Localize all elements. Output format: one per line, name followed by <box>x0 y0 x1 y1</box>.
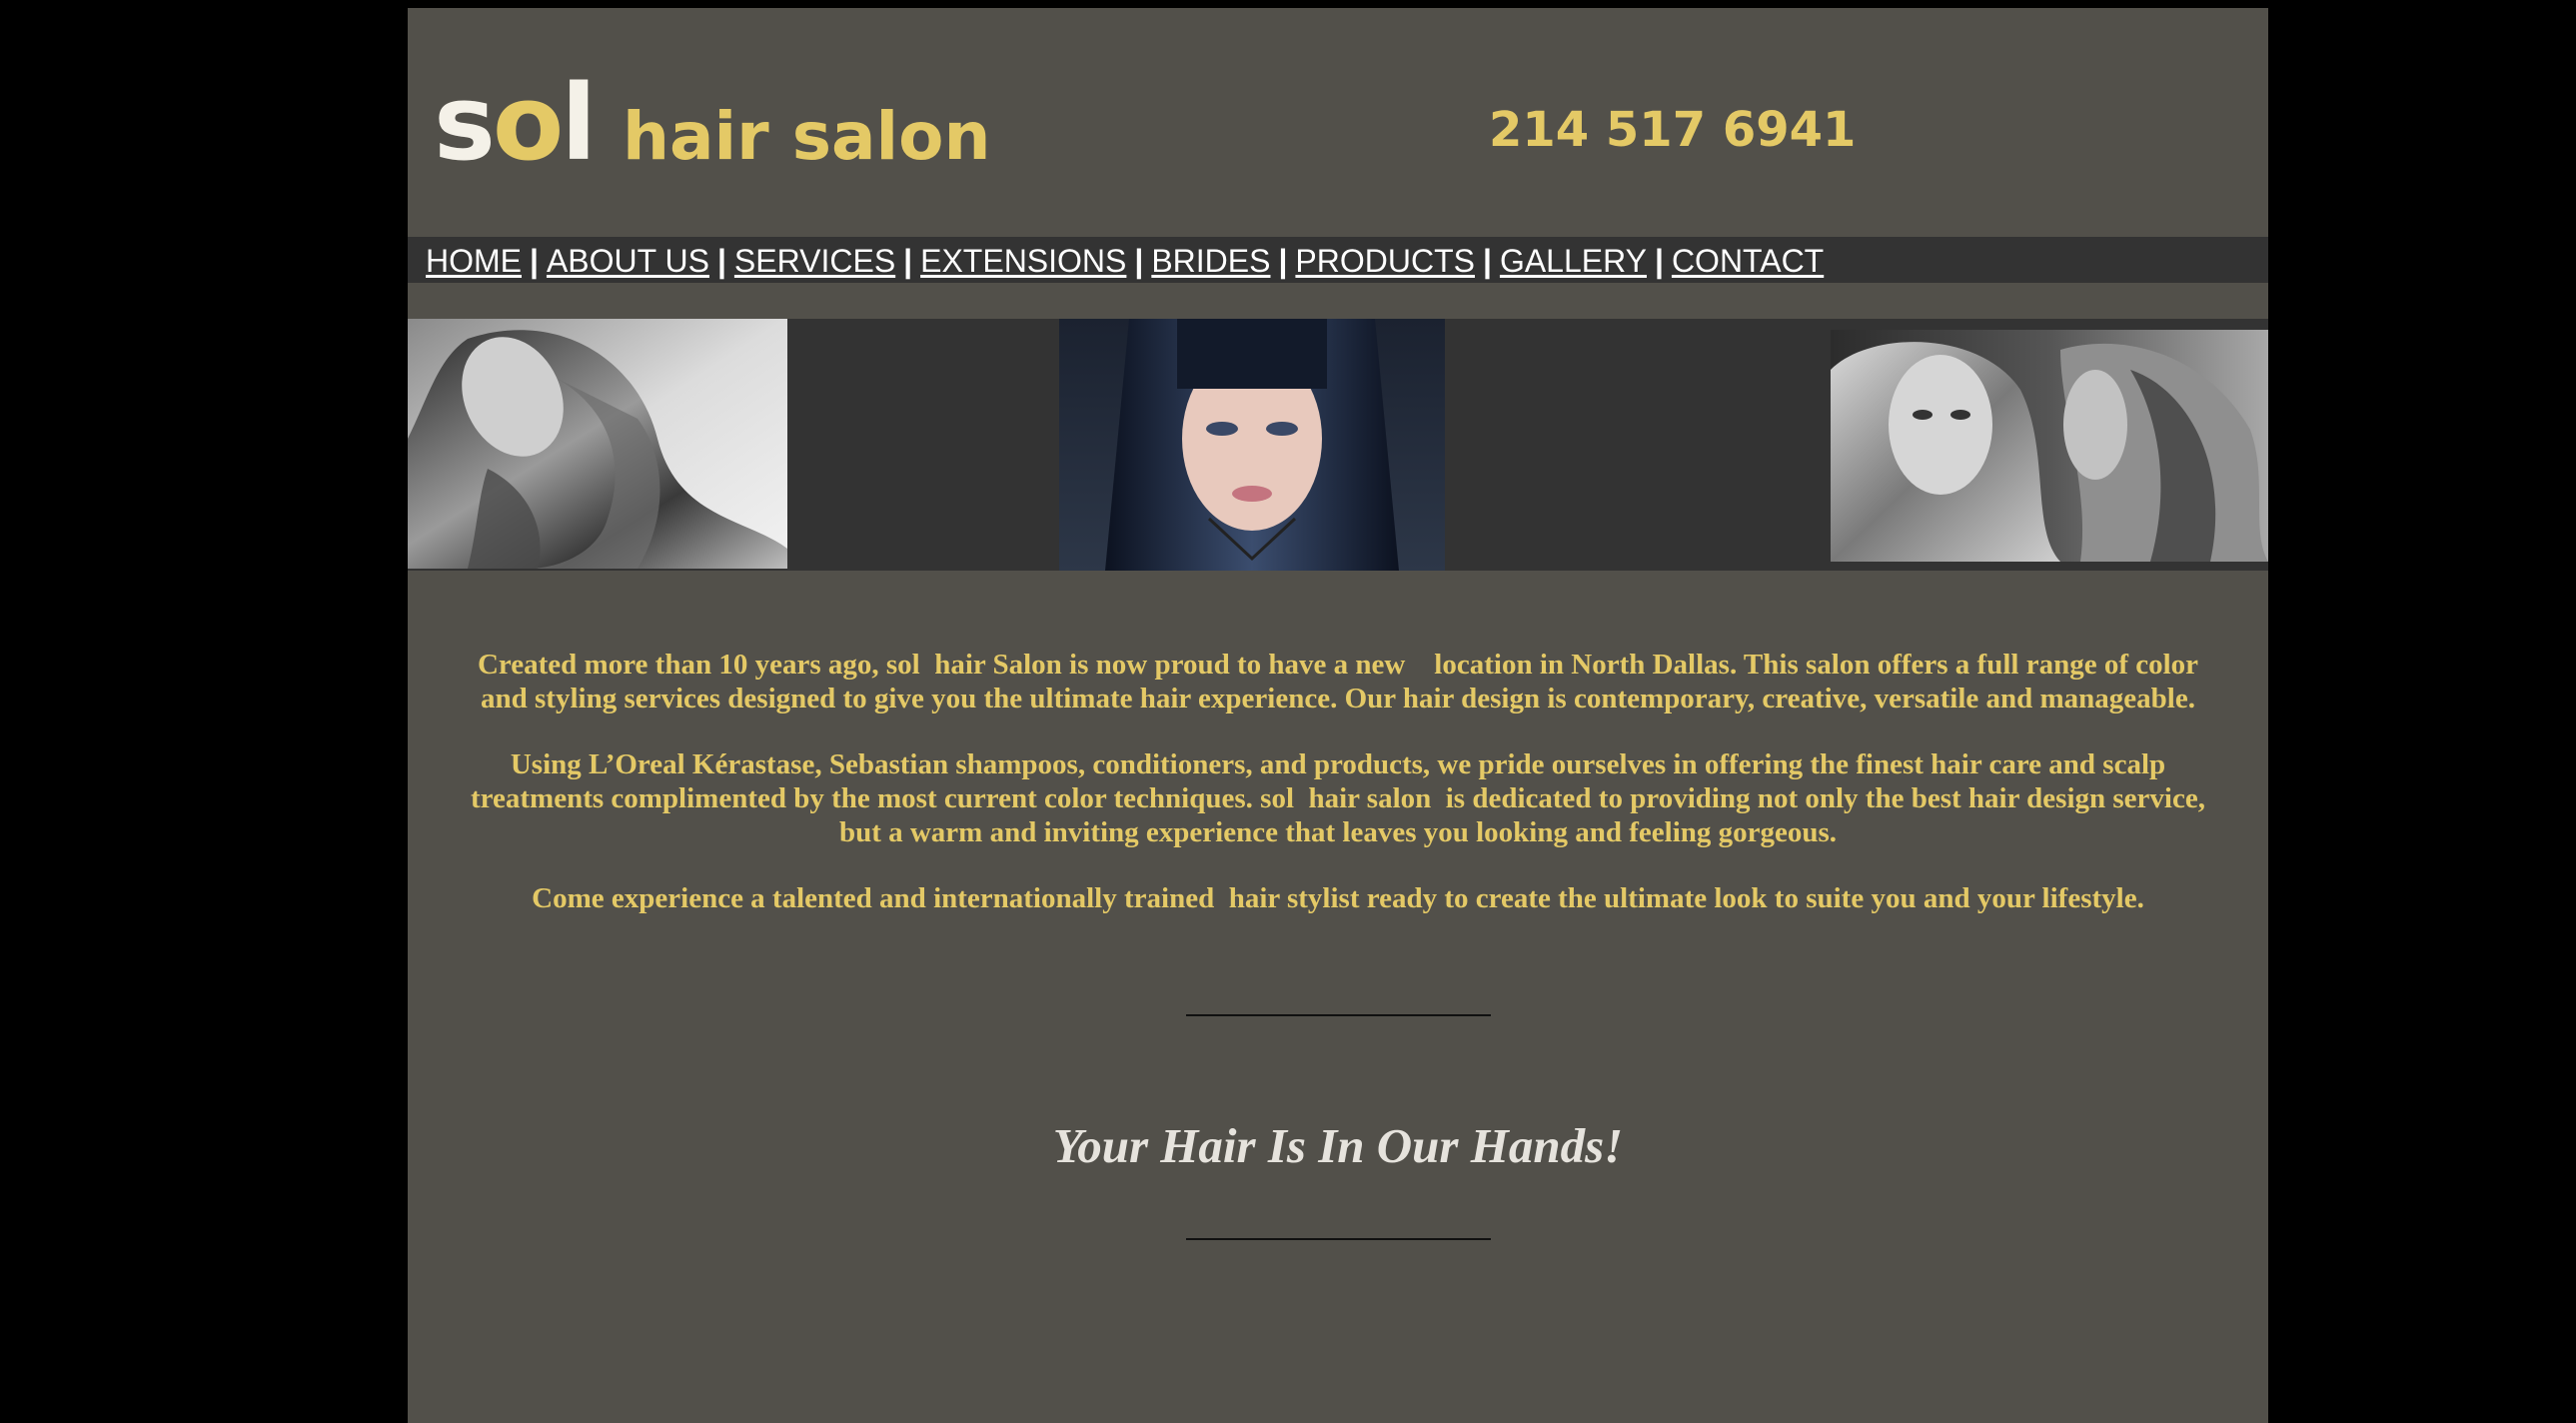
intro-line: and styling services designed to give yo… <box>481 683 2195 714</box>
divider-bottom <box>1186 1238 1491 1240</box>
invitation-paragraph: Come experience a talented and internati… <box>532 882 2144 914</box>
nav-bar: HOME | ABOUT US | SERVICES | EXTENSIONS … <box>408 237 2268 283</box>
logo-letter-l: l <box>561 62 598 184</box>
logo-tagline: hair salon <box>623 98 991 175</box>
nav-link-extensions[interactable]: EXTENSIONS <box>920 243 1126 280</box>
products-line: but a warm and inviting experience that … <box>838 816 1838 848</box>
nav-link-gallery[interactable]: GALLERY <box>1500 243 1647 280</box>
phone-number: 214 517 6941 <box>1489 102 1857 158</box>
products-paragraph: Using L’Oreal Kérastase, Sebastian shamp… <box>408 747 2268 849</box>
nav-separator: | <box>1278 242 1288 279</box>
nav-separator: | <box>716 242 726 279</box>
nav-link-products[interactable]: PRODUCTS <box>1295 243 1475 280</box>
hair-model-photo-duo <box>1831 330 2268 562</box>
nav-separator: | <box>1482 242 1492 279</box>
logo-letter-s: s <box>434 62 496 184</box>
nav-link-services[interactable]: SERVICES <box>734 243 895 280</box>
divider-top <box>1186 1014 1491 1016</box>
logo-letter-o: o <box>492 62 564 184</box>
nav-link-about-us[interactable]: ABOUT US <box>547 243 709 280</box>
nav-link-contact[interactable]: CONTACT <box>1672 243 1824 280</box>
hair-model-photo-straight <box>1059 319 1445 571</box>
products-line: treatments complimented by the most curr… <box>471 782 2205 814</box>
slogan: Your Hair Is In Our Hands! <box>1052 1118 1624 1173</box>
nav-link-home[interactable]: HOME <box>426 243 522 280</box>
intro-paragraph: Created more than 10 years ago, sol hair… <box>408 648 2268 715</box>
products-line: Using L’Oreal Kérastase, Sebastian shamp… <box>510 748 2166 780</box>
nav-separator: | <box>530 242 539 279</box>
salon-logo[interactable]: sol hair salon <box>434 62 990 184</box>
nav-separator: | <box>903 242 913 279</box>
page-container: sol hair salon 214 517 6941 HOME | ABOUT … <box>408 8 2268 1423</box>
nav-separator: | <box>1654 242 1664 279</box>
hair-model-photo-wavy <box>408 319 787 569</box>
nav-link-brides[interactable]: BRIDES <box>1151 243 1270 280</box>
intro-line: Created more than 10 years ago, sol hair… <box>477 649 2199 681</box>
nav-links: HOME | ABOUT US | SERVICES | EXTENSIONS … <box>426 243 1824 279</box>
nav-separator: | <box>1134 242 1144 279</box>
